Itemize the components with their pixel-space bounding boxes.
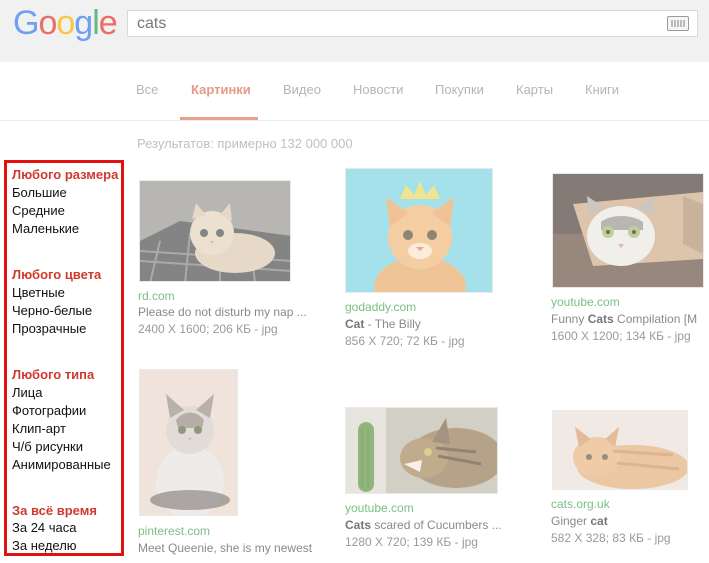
result-thumbnail[interactable] xyxy=(345,407,498,494)
logo-letter: G xyxy=(13,4,39,42)
title-bold: Cats xyxy=(587,312,614,326)
filter-time-any[interactable]: За всё время xyxy=(12,503,97,518)
result-title[interactable]: Meet Queenie, she is my newest xyxy=(138,541,338,555)
filter-size-large[interactable]: Большие xyxy=(12,185,67,200)
search-tools-sidebar: Любого размера Большие Средние Маленькие… xyxy=(4,160,124,556)
filter-type-lineart[interactable]: Ч/б рисунки xyxy=(12,439,83,454)
result-meta: 1280 X 720; 139 КБ - jpg xyxy=(345,535,478,549)
title-text: Ginger xyxy=(551,514,591,528)
active-tab-indicator xyxy=(180,117,258,120)
result-meta: 2400 X 1600; 206 КБ - jpg xyxy=(138,322,278,336)
title-text: - The Billy xyxy=(364,317,421,331)
filter-type-photo[interactable]: Фотографии xyxy=(12,403,86,418)
filter-color-full[interactable]: Цветные xyxy=(12,285,65,300)
result-domain[interactable]: cats.org.uk xyxy=(551,497,610,511)
search-input[interactable]: cats xyxy=(127,10,698,37)
google-logo[interactable]: Google xyxy=(13,3,118,43)
logo-letter: e xyxy=(98,4,118,42)
filter-size-small[interactable]: Маленькие xyxy=(12,221,79,236)
title-text: Compilation [M xyxy=(613,312,698,326)
filter-type-animated[interactable]: Анимированные xyxy=(12,457,111,472)
result-thumbnail[interactable] xyxy=(552,173,704,288)
search-tabs: Все Картинки Видео Новости Покупки Карты… xyxy=(0,62,709,121)
tab-books[interactable]: Книги xyxy=(585,82,619,97)
keyboard-icon[interactable] xyxy=(667,16,689,31)
results-count: Результатов: примерно 132 000 000 xyxy=(137,136,353,151)
filter-size-any[interactable]: Любого размера xyxy=(12,167,118,182)
filter-type-any[interactable]: Любого типа xyxy=(12,367,94,382)
result-domain[interactable]: youtube.com xyxy=(551,295,620,309)
result-thumbnail[interactable] xyxy=(139,369,238,516)
filter-size-medium[interactable]: Средние xyxy=(12,203,65,218)
result-title[interactable]: Ginger cat xyxy=(551,514,701,528)
filter-type-face[interactable]: Лица xyxy=(12,385,42,400)
header: Google cats xyxy=(0,0,709,62)
logo-letter: o xyxy=(56,4,75,42)
result-title[interactable]: Funny Cats Compilation [M xyxy=(551,312,709,326)
result-thumbnail[interactable] xyxy=(139,180,291,282)
title-bold: Cats xyxy=(345,518,372,532)
title-text: Meet Queenie, she is my newest xyxy=(138,541,313,555)
result-title[interactable]: Cat - The Billy xyxy=(345,317,540,331)
tab-news[interactable]: Новости xyxy=(353,82,403,97)
result-thumbnail[interactable] xyxy=(552,410,688,490)
logo-letter: g xyxy=(74,4,93,42)
result-domain[interactable]: godaddy.com xyxy=(345,300,416,314)
result-meta: 1600 X 1200; 134 КБ - jpg xyxy=(551,329,691,343)
filter-color-bw[interactable]: Черно-белые xyxy=(12,303,92,318)
result-thumbnail[interactable] xyxy=(345,168,493,293)
filter-type-clipart[interactable]: Клип-арт xyxy=(12,421,66,436)
result-title[interactable]: Please do not disturb my nap ... xyxy=(138,305,328,319)
title-text: scared of Cucumbers ... xyxy=(371,518,502,532)
result-meta: 582 X 328; 83 КБ - jpg xyxy=(551,531,671,545)
result-meta: 856 X 720; 72 КБ - jpg xyxy=(345,334,465,348)
result-domain[interactable]: pinterest.com xyxy=(138,524,210,538)
title-bold: cat xyxy=(590,514,608,528)
tab-shopping[interactable]: Покупки xyxy=(435,82,484,97)
title-bold: Cat xyxy=(345,317,365,331)
result-title[interactable]: Cats scared of Cucumbers ... xyxy=(345,518,530,532)
filter-time-week[interactable]: За неделю xyxy=(12,538,77,553)
title-text: Funny xyxy=(551,312,588,326)
title-text: Please do not disturb my nap ... xyxy=(138,305,307,319)
filter-time-24h[interactable]: За 24 часа xyxy=(12,520,77,535)
search-query: cats xyxy=(137,15,167,32)
filter-color-any[interactable]: Любого цвета xyxy=(12,267,101,282)
logo-letter: o xyxy=(38,4,57,42)
filter-color-transparent[interactable]: Прозрачные xyxy=(12,321,86,336)
result-domain[interactable]: rd.com xyxy=(138,289,175,303)
tab-video[interactable]: Видео xyxy=(283,82,321,97)
tab-maps[interactable]: Карты xyxy=(516,82,553,97)
tab-all[interactable]: Все xyxy=(136,82,158,97)
tab-images[interactable]: Картинки xyxy=(191,82,251,97)
result-domain[interactable]: youtube.com xyxy=(345,501,414,515)
